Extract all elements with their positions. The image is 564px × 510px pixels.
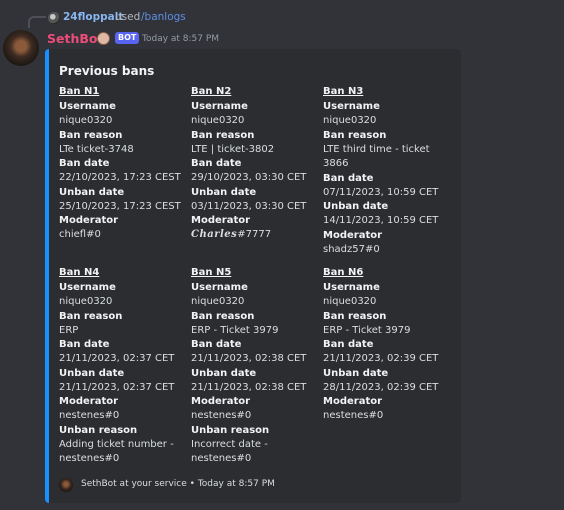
unban-date-value: 14/11/2023, 10:59 CET bbox=[323, 215, 439, 226]
moderator-value: Charles#7777 bbox=[191, 228, 319, 243]
ban-reason-label: Ban reason bbox=[323, 310, 387, 322]
ban-date-label: Ban date bbox=[191, 339, 242, 350]
ban-date-value: 07/11/2023, 10:59 CET bbox=[323, 186, 439, 198]
username-value: nique0320 bbox=[323, 115, 377, 126]
ban-title: Ban N4 bbox=[59, 267, 100, 278]
author-name[interactable]: SethBot bbox=[47, 31, 103, 46]
username-value: nique0320 bbox=[191, 296, 245, 307]
reply-used-text: used bbox=[115, 11, 141, 23]
footer-text: SethBot at your service • Today at 8:57 … bbox=[81, 479, 275, 489]
username-value: nique0320 bbox=[191, 115, 245, 126]
ban-title: Ban N6 bbox=[323, 267, 364, 278]
ban-title: Ban N2 bbox=[191, 86, 232, 97]
embed-title: Previous bans bbox=[59, 64, 155, 78]
message-timestamp[interactable]: Today at 8:57 PM bbox=[142, 34, 219, 44]
role-emoji-icon bbox=[97, 32, 110, 45]
unban-date-value: 21/11/2023, 02:38 CET bbox=[191, 381, 307, 393]
ban-title: Ban N3 bbox=[323, 86, 364, 97]
ban-reason-label: Ban reason bbox=[323, 129, 387, 141]
username-label: Username bbox=[323, 101, 380, 112]
moderator-label: Moderator bbox=[323, 396, 383, 407]
ban-title: Ban N5 bbox=[191, 267, 232, 278]
ban-reason-value: ERP bbox=[59, 324, 79, 336]
ban-date-label: Ban date bbox=[191, 158, 242, 169]
unban-date-value: 21/11/2023, 02:37 CET bbox=[59, 381, 175, 393]
unban-date-value: 25/10/2023, 17:23 CEST bbox=[59, 200, 181, 212]
ban-reason-value: LTE | ticket-3802 bbox=[191, 143, 275, 155]
ban-reason-label: Ban reason bbox=[59, 310, 123, 322]
unban-date-value: 28/11/2023, 02:39 CET bbox=[323, 381, 439, 393]
unban-date-value: 03/11/2023, 03:30 CET bbox=[191, 200, 307, 212]
unban-date-label: Unban date bbox=[191, 367, 257, 379]
embed-card: Previous bans Ban N1 Username nique0320 … bbox=[45, 49, 461, 503]
moderator-value: shadz57#0 bbox=[323, 243, 380, 255]
ban-reason-value: LTe ticket-3748 bbox=[59, 143, 134, 155]
ban-date-value: 21/11/2023, 02:39 CET bbox=[323, 353, 439, 364]
ban-reason-label: Ban reason bbox=[59, 129, 123, 141]
unban-date-label: Unban date bbox=[323, 201, 389, 212]
moderator-label: Moderator bbox=[323, 229, 383, 241]
ban-field-1: Ban N1 Username nique0320 Ban reason LTe… bbox=[59, 85, 187, 243]
unban-date-label: Unban date bbox=[191, 186, 257, 198]
moderator-label: Moderator bbox=[59, 215, 119, 226]
moderator-label: Moderator bbox=[191, 215, 251, 226]
unban-date-label: Unban date bbox=[59, 367, 125, 379]
ban-title: Ban N1 bbox=[59, 86, 100, 97]
reply-context[interactable]: 24floppalt used /banlogs bbox=[0, 6, 564, 32]
username-value: nique0320 bbox=[59, 115, 113, 126]
username-label: Username bbox=[59, 282, 116, 293]
moderator-value: nestenes#0 bbox=[191, 410, 252, 421]
moderator-styled-name: Charles bbox=[191, 229, 238, 240]
unban-date-label: Unban date bbox=[323, 367, 389, 379]
ban-date-value: 21/11/2023, 02:38 CET bbox=[191, 353, 307, 364]
moderator-label: Moderator bbox=[191, 396, 251, 407]
ban-field-4: Ban N4 Username nique0320 Ban reason ERP… bbox=[59, 266, 187, 467]
ban-reason-value: LTE third time - ticket 3866 bbox=[323, 143, 430, 170]
reply-spine bbox=[28, 16, 46, 28]
unban-reason-label: Unban reason bbox=[59, 424, 138, 436]
moderator-value: nestenes#0 bbox=[323, 410, 384, 421]
unban-reason-label: Unban reason bbox=[191, 424, 270, 436]
moderator-suffix: #7777 bbox=[237, 229, 272, 240]
ban-reason-value: ERP - Ticket 3979 bbox=[323, 324, 411, 336]
unban-reason-value: Adding ticket number - nestenes#0 bbox=[59, 438, 174, 465]
unban-date-label: Unban date bbox=[59, 186, 125, 198]
reply-user-avatar[interactable] bbox=[48, 12, 60, 24]
bot-badge: BOT bbox=[115, 32, 140, 44]
username-label: Username bbox=[191, 282, 248, 293]
username-label: Username bbox=[59, 101, 116, 112]
ban-reason-value: ERP - Ticket 3979 bbox=[191, 324, 279, 336]
moderator-value: nestenes#0 bbox=[59, 410, 120, 421]
ban-date-label: Ban date bbox=[323, 172, 374, 184]
ban-date-label: Ban date bbox=[323, 339, 374, 350]
unban-reason-value: Incorrect date - nestenes#0 bbox=[191, 438, 268, 465]
ban-date-value: 22/10/2023, 17:23 CEST bbox=[59, 172, 181, 183]
username-label: Username bbox=[323, 282, 380, 293]
moderator-value: chiefl#0 bbox=[59, 229, 101, 240]
ban-field-2: Ban N2 Username nique0320 Ban reason LTE… bbox=[191, 85, 319, 243]
ban-date-value: 29/10/2023, 03:30 CET bbox=[191, 172, 307, 183]
ban-field-3: Ban N3 Username nique0320 Ban reason LTE… bbox=[323, 85, 451, 257]
ban-reason-label: Ban reason bbox=[191, 129, 255, 141]
username-label: Username bbox=[191, 101, 248, 112]
ban-date-label: Ban date bbox=[59, 339, 110, 350]
ban-date-label: Ban date bbox=[59, 158, 110, 169]
username-value: nique0320 bbox=[59, 296, 113, 307]
username-value: nique0320 bbox=[323, 296, 377, 307]
bot-avatar[interactable] bbox=[3, 30, 39, 66]
ban-field-5: Ban N5 Username nique0320 Ban reason ERP… bbox=[191, 266, 319, 467]
reply-command[interactable]: /banlogs bbox=[141, 11, 186, 23]
ban-date-value: 21/11/2023, 02:37 CET bbox=[59, 353, 175, 364]
ban-reason-label: Ban reason bbox=[191, 310, 255, 322]
footer-avatar-icon bbox=[59, 478, 73, 492]
ban-field-6: Ban N6 Username nique0320 Ban reason ERP… bbox=[323, 266, 451, 424]
moderator-label: Moderator bbox=[59, 396, 119, 407]
